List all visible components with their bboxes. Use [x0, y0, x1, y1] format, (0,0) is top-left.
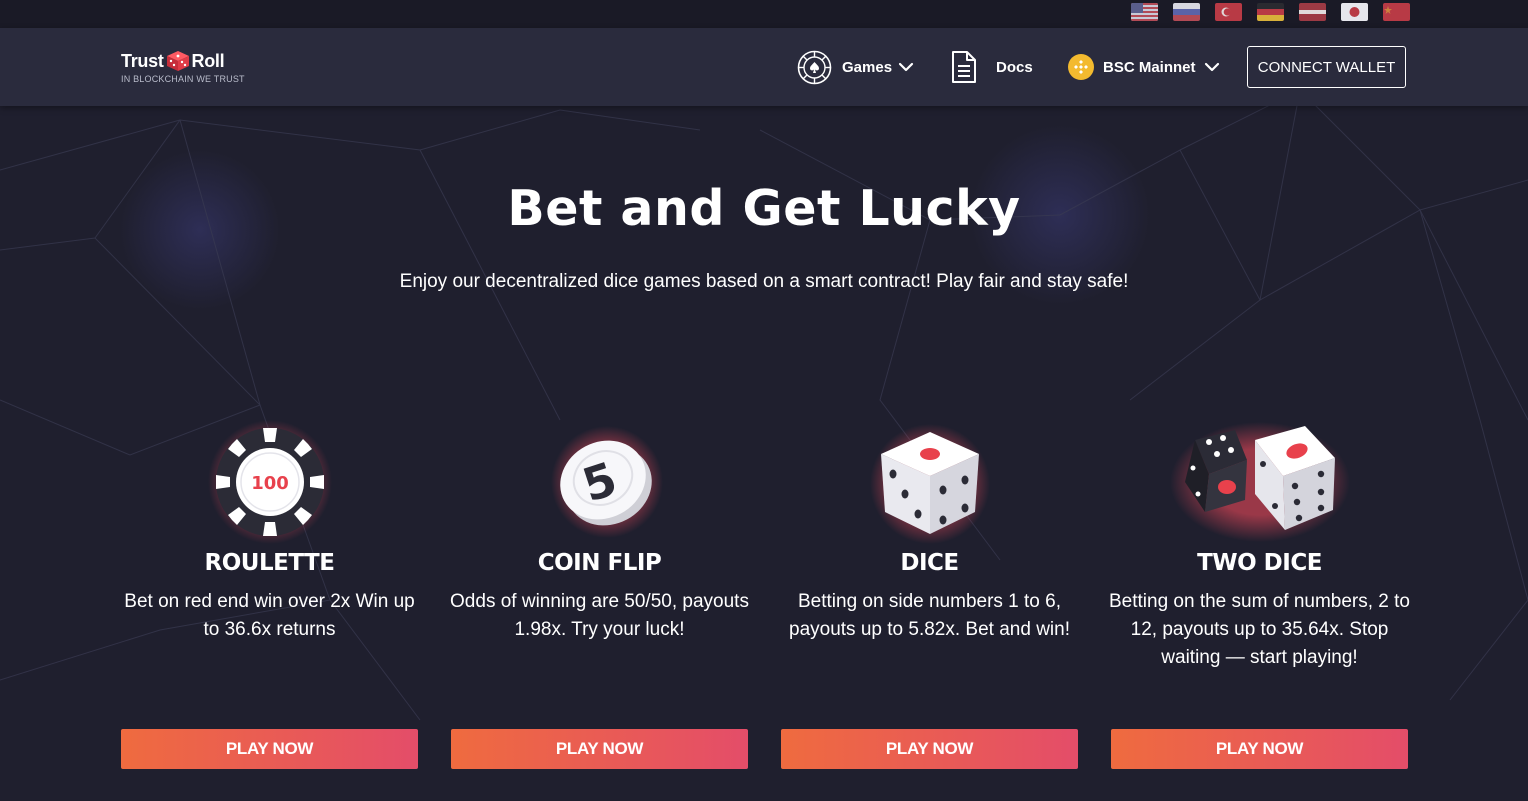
nav-docs-link[interactable]: Docs: [950, 50, 1033, 84]
network-selector[interactable]: BSC Mainnet: [1068, 50, 1220, 84]
nav-games-dropdown[interactable]: Games: [797, 50, 914, 84]
flag-ru-icon[interactable]: [1173, 3, 1200, 21]
brand-tagline: IN BLOCKCHAIN WE TRUST: [121, 74, 245, 84]
flag-jp-icon[interactable]: [1341, 3, 1368, 21]
play-now-button[interactable]: PLAY NOW: [781, 729, 1078, 769]
flag-lv-icon[interactable]: [1299, 3, 1326, 21]
chevron-down-icon: [898, 62, 914, 72]
roulette-chip-icon: 100: [121, 420, 418, 545]
flag-tr-icon[interactable]: [1215, 3, 1242, 21]
game-description: Odds of winning are 50/50, payouts 1.98x…: [450, 591, 749, 640]
coin-icon: 5: [451, 420, 748, 545]
game-title: ROULETTE: [204, 550, 335, 576]
flag-de-icon[interactable]: [1257, 3, 1284, 21]
flag-cn-icon[interactable]: [1383, 3, 1410, 21]
nav-docs-label: Docs: [996, 58, 1033, 76]
game-title: TWO DICE: [1197, 550, 1322, 576]
language-bar: [0, 0, 1528, 28]
game-title: COIN FLIP: [537, 550, 662, 576]
dice-icon: [781, 420, 1078, 545]
poker-chip-icon: [797, 50, 832, 84]
hero-title: Bet and Get Lucky: [507, 180, 1021, 237]
play-now-button[interactable]: PLAY NOW: [121, 729, 418, 769]
network-label: BSC Mainnet: [1103, 58, 1196, 76]
connect-wallet-button[interactable]: CONNECT WALLET: [1247, 46, 1406, 88]
logo-wordmark: Trust Roll: [121, 50, 245, 72]
site-header: Trust Roll IN BLOCKCHAIN WE TRUST Games …: [0, 28, 1528, 106]
brand-logo[interactable]: Trust Roll IN BLOCKCHAIN WE TRUST: [121, 50, 245, 85]
document-icon: [952, 51, 976, 83]
game-description: Betting on side numbers 1 to 6, payouts …: [789, 591, 1070, 640]
game-description: Betting on the sum of numbers, 2 to 12, …: [1108, 591, 1410, 668]
nav-games-label: Games: [842, 58, 893, 76]
play-now-button[interactable]: PLAY NOW: [1111, 729, 1408, 769]
two-dice-icon: [1111, 420, 1408, 545]
game-description: Bet on red end win over 2x Win up to 36.…: [124, 591, 415, 640]
play-now-button[interactable]: PLAY NOW: [451, 729, 748, 769]
hero-subtitle: Enjoy our decentralized dice games based…: [399, 271, 1129, 292]
chevron-down-icon: [1204, 62, 1219, 72]
language-flags: [1131, 3, 1410, 21]
binance-bnb-icon: [1068, 54, 1094, 80]
chip-value: 100: [251, 473, 289, 494]
flag-us-icon[interactable]: [1131, 3, 1158, 21]
brand-name-left: Trust: [121, 50, 164, 71]
brand-name-right: Roll: [191, 50, 225, 71]
background-network-pattern: [0, 89, 1528, 721]
logo-dice-icon: [166, 51, 189, 71]
game-title: DICE: [900, 550, 959, 576]
